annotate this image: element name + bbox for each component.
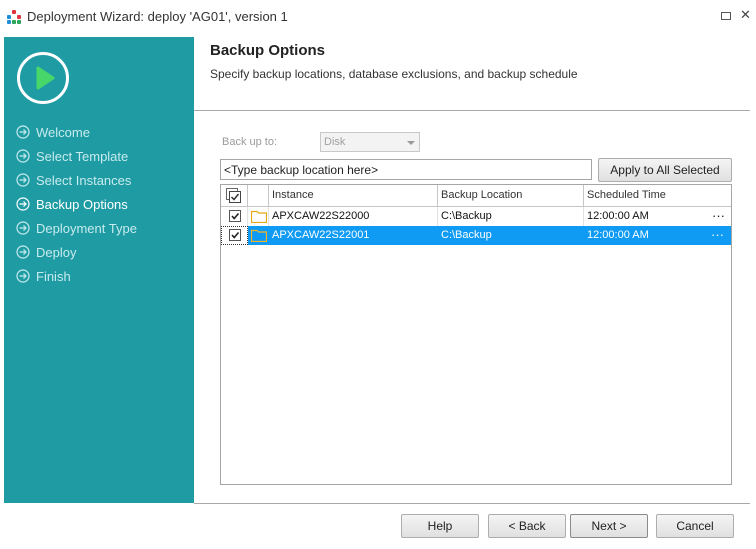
column-header-scheduled-time[interactable]: Scheduled Time: [584, 185, 731, 206]
wizard-sidebar: Welcome Select Template Select Instances Ba…: [4, 37, 194, 503]
scheduled-time-value: 12:00:00 AM: [587, 229, 649, 241]
help-button[interactable]: Help: [401, 514, 479, 538]
chevron-down-icon: [407, 141, 415, 145]
sidebar-item-label: Deployment Type: [36, 220, 137, 236]
arrow-circle-icon: [16, 245, 30, 259]
back-up-to-select: Disk: [320, 132, 420, 152]
more-options-icon[interactable]: ···: [711, 226, 724, 243]
header-divider: [194, 110, 750, 111]
instance-cell: APXCAW22S22001: [272, 229, 370, 241]
window-title: Deployment Wizard: deploy 'AG01', versio…: [27, 9, 288, 24]
arrow-circle-icon: [16, 197, 30, 211]
folder-column-header: [248, 185, 269, 206]
folder-icon[interactable]: [251, 210, 267, 223]
scheduled-time-cell[interactable]: 12:00:00 AM ···: [584, 226, 731, 245]
page-subtitle: Specify backup locations, database exclu…: [210, 67, 578, 81]
maximize-icon[interactable]: [721, 12, 731, 20]
sidebar-item-select-template[interactable]: Select Template: [16, 144, 137, 168]
back-button[interactable]: < Back: [488, 514, 566, 538]
sidebar-item-label: Select Instances: [36, 172, 132, 188]
grid-header: Instance Backup Location Scheduled Time: [221, 185, 731, 207]
scheduled-time-cell[interactable]: 12:00:00 AM ···: [584, 207, 731, 226]
title-bar: Deployment Wizard: deploy 'AG01', versio…: [0, 0, 756, 34]
backup-location-input[interactable]: [220, 159, 592, 180]
arrow-circle-icon: [16, 173, 30, 187]
row-checkbox[interactable]: [229, 229, 241, 241]
sidebar-item-label: Welcome: [36, 124, 90, 140]
sidebar-item-deployment-type[interactable]: Deployment Type: [16, 216, 137, 240]
cancel-button[interactable]: Cancel: [656, 514, 734, 538]
backup-location-cell[interactable]: C:\Backup: [438, 207, 584, 226]
instances-grid: Instance Backup Location Scheduled Time …: [220, 184, 732, 485]
backup-location-cell[interactable]: C:\Backup: [438, 226, 584, 245]
next-button[interactable]: Next >: [570, 514, 648, 538]
sidebar-item-welcome[interactable]: Welcome: [16, 120, 137, 144]
scheduled-time-value: 12:00:00 AM: [587, 210, 649, 222]
arrow-circle-icon: [16, 221, 30, 235]
arrow-circle-icon: [16, 269, 30, 283]
sidebar-item-label: Finish: [36, 268, 71, 284]
folder-icon[interactable]: [251, 229, 267, 242]
more-options-icon[interactable]: ···: [712, 207, 725, 224]
arrow-circle-icon: [16, 125, 30, 139]
row-checkbox[interactable]: [229, 210, 241, 222]
sidebar-item-label: Deploy: [36, 244, 77, 260]
footer-divider: [194, 503, 750, 504]
play-icon: [17, 52, 69, 104]
page-header: Backup Options Specify backup locations,…: [210, 42, 578, 81]
instance-cell: APXCAW22S22000: [269, 207, 438, 226]
column-header-instance[interactable]: Instance: [269, 185, 438, 206]
sidebar-item-finish[interactable]: Finish: [16, 264, 137, 288]
sidebar-item-label: Select Template: [36, 148, 129, 164]
row-checkbox-cell: [221, 207, 248, 226]
sidebar-item-select-instances[interactable]: Select Instances: [16, 168, 137, 192]
apply-to-all-selected-button[interactable]: Apply to All Selected: [598, 158, 732, 182]
wizard-steps: Welcome Select Template Select Instances Ba…: [16, 120, 137, 288]
back-up-to-label: Back up to:: [222, 136, 278, 148]
row-checkbox-cell: [221, 226, 248, 245]
table-row[interactable]: APXCAW22S22000 C:\Backup 12:00:00 AM ···: [221, 207, 731, 226]
arrow-circle-icon: [16, 149, 30, 163]
sidebar-item-backup-options[interactable]: Backup Options: [16, 192, 137, 216]
sidebar-item-deploy[interactable]: Deploy: [16, 240, 137, 264]
check-all-icon: [226, 188, 241, 203]
table-row[interactable]: APXCAW22S22001 C:\Backup 12:00:00 AM ···: [221, 226, 731, 245]
close-icon[interactable]: ✕: [740, 7, 751, 23]
column-header-backup-location[interactable]: Backup Location: [438, 185, 584, 206]
back-up-to-value: Disk: [324, 136, 346, 148]
app-logo-icon: [7, 10, 21, 24]
page-title: Backup Options: [210, 42, 326, 59]
sidebar-item-label: Backup Options: [36, 196, 128, 212]
select-all-checkbox[interactable]: [221, 185, 248, 206]
